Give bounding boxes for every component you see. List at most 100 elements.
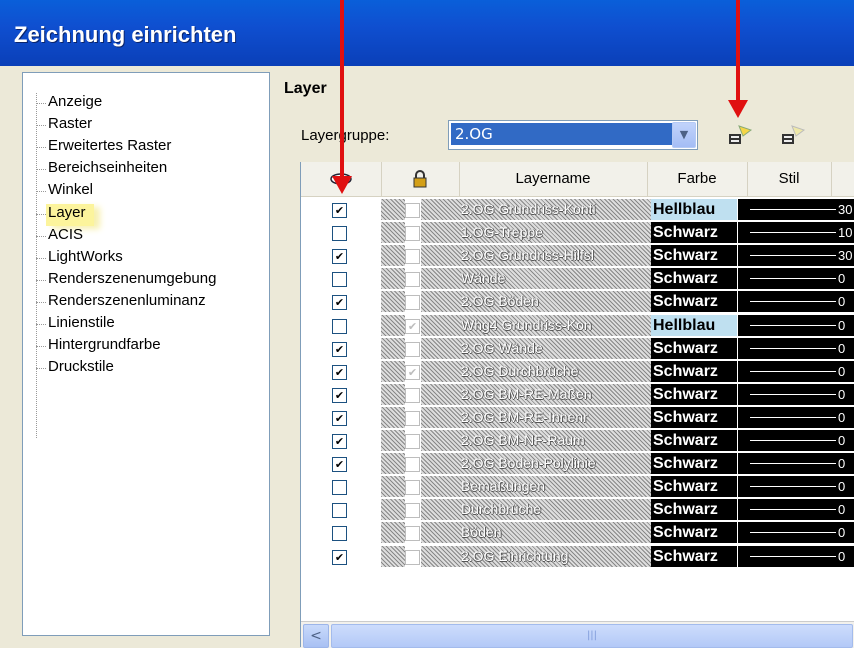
layer-name[interactable]: 2.OG BM-RE-Innenr: [421, 406, 651, 428]
lock-checkbox[interactable]: [405, 295, 420, 311]
tree-item-linienstile[interactable]: Linienstile: [48, 314, 266, 336]
table-row[interactable]: Durchbrüche Schwarz 0: [301, 499, 854, 521]
visibility-checkbox[interactable]: [332, 272, 347, 288]
table-row[interactable]: ✔ 2.OG Boden-Polylinie Schwarz 0: [301, 453, 854, 475]
lock-checkbox[interactable]: [405, 203, 420, 218]
layer-style[interactable]: 30: [738, 199, 854, 220]
layer-name[interactable]: 2.OG BM-NF-Raum: [421, 430, 651, 451]
layer-color[interactable]: Schwarz: [651, 545, 737, 567]
layer-name[interactable]: Wände: [421, 268, 651, 290]
layer-name[interactable]: Whg4 Grundriss-Kon: [421, 314, 651, 336]
tree-item-acis[interactable]: ACIS: [48, 226, 266, 248]
layer-style[interactable]: 0: [738, 545, 854, 567]
layer-color[interactable]: Hellblau: [651, 199, 737, 220]
visibility-checkbox[interactable]: ✔: [332, 341, 347, 357]
layer-name[interactable]: Durchbrüche: [421, 499, 651, 521]
lock-checkbox[interactable]: ✔: [405, 318, 420, 334]
table-row[interactable]: ✔ ✔ 2.OG Durchbrüche Schwarz 0: [301, 360, 854, 383]
tree-item-renderszenenluminanz[interactable]: Renderszenenluminanz: [48, 292, 266, 314]
tree-item-lightworks[interactable]: LightWorks: [48, 248, 266, 270]
layer-color[interactable]: Schwarz: [651, 291, 737, 313]
table-row[interactable]: ✔ 2.OG Wände Schwarz 0: [301, 337, 854, 360]
lock-checkbox[interactable]: [405, 480, 420, 496]
table-row[interactable]: 1.OG-Treppe Schwarz 10: [301, 222, 854, 244]
layer-color[interactable]: Schwarz: [651, 406, 737, 428]
tree-item-anzeige[interactable]: Anzeige: [48, 93, 266, 115]
table-row[interactable]: ✔ 2.OG BM-NF-Raum Schwarz 0: [301, 430, 854, 452]
lock-checkbox[interactable]: [405, 226, 420, 242]
scroll-thumb[interactable]: |||: [331, 624, 853, 648]
layer-style[interactable]: 10: [738, 222, 854, 244]
layer-name[interactable]: 1.OG-Treppe: [421, 222, 651, 244]
table-row[interactable]: ✔ 2.OG BM-RE-Innenr Schwarz 0: [301, 406, 854, 429]
layer-style[interactable]: 0: [738, 360, 854, 382]
layer-color[interactable]: Schwarz: [651, 222, 737, 244]
layer-name[interactable]: Bemaßungen: [421, 476, 651, 498]
table-row[interactable]: ✔ 2.OG Böden Schwarz 0: [301, 291, 854, 313]
layer-style[interactable]: 0: [738, 314, 854, 336]
layer-name[interactable]: 2.OG Böden: [421, 291, 651, 313]
table-row[interactable]: Böden Schwarz 0: [301, 522, 854, 544]
layer-style[interactable]: 0: [738, 406, 854, 428]
lock-checkbox[interactable]: [405, 526, 420, 542]
layer-style[interactable]: 0: [738, 291, 854, 313]
layer-table[interactable]: Layername Farbe Stil ✔ 2.OG Grundriss-Kon…: [300, 162, 854, 648]
layer-color[interactable]: Schwarz: [651, 337, 737, 359]
tree-item-renderszenenumgebung[interactable]: Renderszenenumgebung: [48, 270, 266, 292]
layer-color[interactable]: Schwarz: [651, 499, 737, 521]
layer-color[interactable]: Schwarz: [651, 476, 737, 498]
visibility-checkbox[interactable]: [332, 526, 347, 542]
lock-checkbox[interactable]: ✔: [405, 364, 420, 380]
layer-style[interactable]: 0: [738, 522, 854, 544]
column-lock[interactable]: [381, 162, 460, 196]
visibility-checkbox[interactable]: [332, 480, 347, 496]
tree-item-bereichseinheiten[interactable]: Bereichseinheiten: [48, 159, 266, 181]
tree-item-druckstile[interactable]: Druckstile: [48, 358, 266, 380]
layer-name[interactable]: 2.OG Grundriss-Hilfsl: [421, 245, 651, 267]
visibility-checkbox[interactable]: ✔: [332, 549, 347, 565]
visibility-checkbox[interactable]: ✔: [332, 387, 347, 403]
visibility-checkbox[interactable]: ✔: [332, 249, 347, 265]
column-stil[interactable]: Stil: [747, 162, 832, 196]
layer-style[interactable]: 0: [738, 499, 854, 521]
tree-item-hintergrundfarbe[interactable]: Hintergrundfarbe: [48, 336, 266, 358]
lock-checkbox[interactable]: [405, 434, 420, 449]
tree-item-raster[interactable]: Raster: [48, 115, 266, 137]
lock-checkbox[interactable]: [405, 387, 420, 403]
lock-checkbox[interactable]: [405, 341, 420, 357]
visibility-checkbox[interactable]: [332, 503, 347, 519]
layer-style[interactable]: 0: [738, 268, 854, 290]
chevron-left-icon[interactable]: <: [303, 624, 329, 648]
table-row[interactable]: ✔ Whg4 Grundriss-Kon Hellblau 0: [301, 314, 854, 337]
layer-color[interactable]: Schwarz: [651, 453, 737, 475]
layer-name[interactable]: 2.OG Wände: [421, 337, 651, 359]
layer-style[interactable]: 0: [738, 476, 854, 498]
layer-color[interactable]: Schwarz: [651, 245, 737, 267]
layer-color[interactable]: Schwarz: [651, 522, 737, 544]
lock-checkbox[interactable]: [405, 272, 420, 288]
layer-color[interactable]: Hellblau: [651, 314, 737, 336]
layer-color[interactable]: Schwarz: [651, 360, 737, 382]
visibility-checkbox[interactable]: ✔: [332, 364, 347, 380]
layer-name[interactable]: 2.OG BM-RE-Maßen: [421, 383, 651, 405]
layer-style[interactable]: 0: [738, 453, 854, 475]
visibility-checkbox[interactable]: [332, 226, 347, 242]
table-row[interactable]: ✔ 2.OG BM-RE-Maßen Schwarz 0: [301, 383, 854, 406]
table-row[interactable]: Bemaßungen Schwarz 0: [301, 476, 854, 498]
column-farbe[interactable]: Farbe: [647, 162, 748, 196]
visibility-checkbox[interactable]: ✔: [332, 410, 347, 426]
chevron-down-icon[interactable]: ▼: [672, 122, 696, 148]
tree-item-erweitertes-raster[interactable]: Erweitertes Raster: [48, 137, 266, 159]
layer-style[interactable]: 0: [738, 430, 854, 451]
tree-item-layer[interactable]: Layer: [46, 204, 94, 226]
visibility-checkbox[interactable]: ✔: [332, 434, 347, 449]
lock-checkbox[interactable]: [405, 549, 420, 565]
table-row[interactable]: ✔ 2.OG Grundriss-Hilfsl Schwarz 30: [301, 245, 854, 267]
layer-style[interactable]: 0: [738, 383, 854, 405]
layer-name[interactable]: 2.OG Boden-Polylinie: [421, 453, 651, 475]
layergroup-select[interactable]: 2.OG ▼: [448, 120, 698, 150]
layer-name[interactable]: 2.OG Grundriss-Konti: [421, 199, 651, 220]
lock-checkbox[interactable]: [405, 503, 420, 519]
table-row[interactable]: ✔ 2.OG Einrichtung Schwarz 0: [301, 545, 854, 568]
tree-item-winkel[interactable]: Winkel: [48, 181, 266, 203]
